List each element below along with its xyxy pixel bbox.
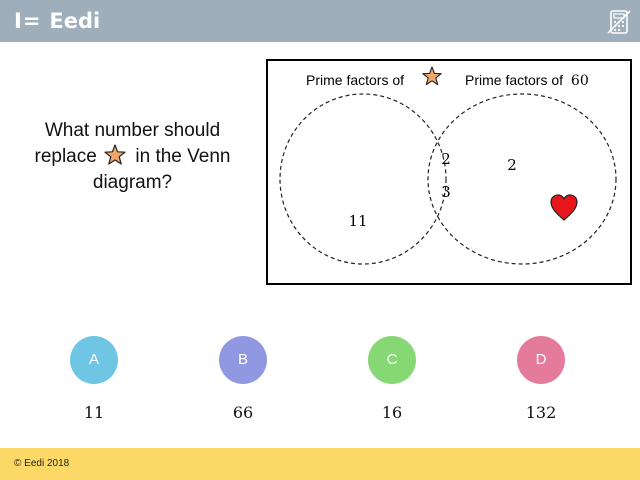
venn-frame: [266, 59, 632, 285]
option-a-value: 11: [83, 403, 105, 422]
intersection-value-1: 2: [441, 150, 451, 168]
option-b-value: 66: [232, 403, 254, 422]
right-only-value: 2: [507, 156, 517, 174]
left-set-label: Prime factors of: [306, 72, 404, 88]
right-set-label: Prime factors of 60: [465, 72, 589, 89]
intersection-value-2: 3: [441, 183, 451, 201]
left-only-value: 11: [348, 212, 367, 230]
copyright-text: © Eedi 2018: [14, 458, 70, 469]
option-c-value: 16: [381, 403, 403, 422]
option-b-button[interactable]: B: [219, 336, 267, 384]
option-c-button[interactable]: C: [368, 336, 416, 384]
right-set-label-number: 60: [571, 73, 589, 89]
option-d-button[interactable]: D: [517, 336, 565, 384]
footer-bar: © Eedi 2018: [0, 448, 640, 480]
right-set-label-text: Prime factors of: [465, 72, 563, 88]
option-a-button[interactable]: A: [70, 336, 118, 384]
option-d-value: 132: [525, 403, 557, 422]
